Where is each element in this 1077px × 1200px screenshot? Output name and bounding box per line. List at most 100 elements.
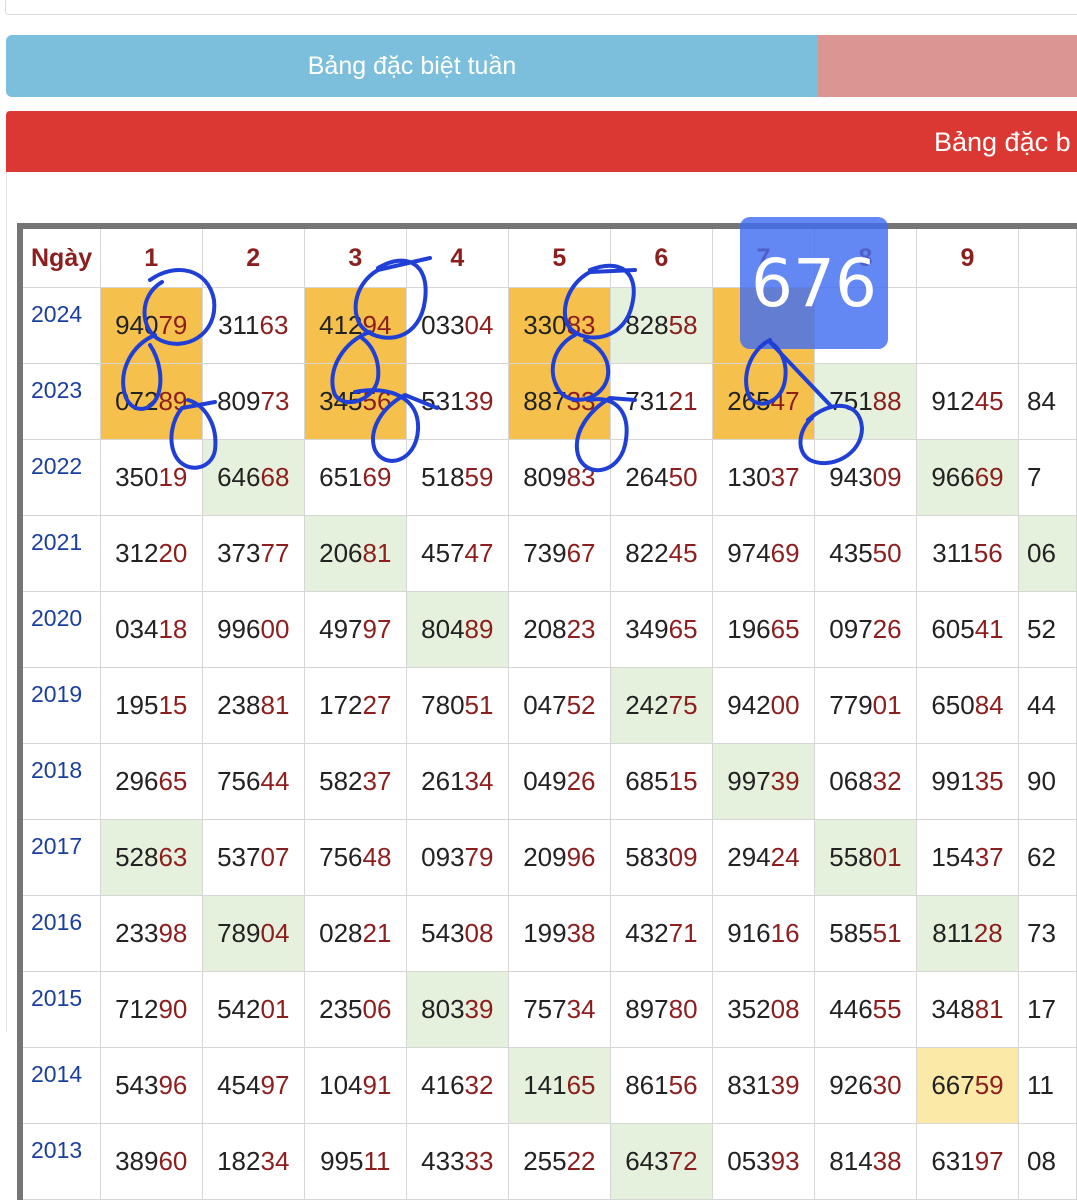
result-tail-digits: 88 [872, 386, 902, 416]
result-cell: 92630 [813, 1047, 917, 1124]
header-col-6: 6 [609, 225, 713, 288]
result-cell: 34965 [609, 591, 713, 668]
table-row: 2014 54396 45497 10491 41632 14165 86156 83139 9… [19, 1047, 1077, 1124]
result-cell: 53707 [201, 819, 305, 896]
header-day: Ngày [19, 225, 101, 288]
result-head-digits: 235 [319, 994, 363, 1024]
result-cell: 23506 [303, 971, 407, 1048]
result-cell: 97469 [711, 515, 815, 592]
result-tail-digits: 71 [668, 918, 698, 948]
tab-weekly-special[interactable]: Bảng đặc biệt tuần [6, 35, 818, 97]
result-partial-digits: 84 [1026, 386, 1056, 416]
result-cell: 62 [1017, 819, 1077, 896]
result-tail-digits: 79 [158, 310, 188, 340]
result-head-digits: 255 [523, 1146, 567, 1176]
result-cell: 41632 [405, 1047, 509, 1124]
result-tail-digits: 04 [464, 310, 494, 340]
row-year[interactable]: 2016 [19, 895, 101, 972]
result-head-digits: 028 [319, 918, 363, 948]
result-cell: 26547 [711, 363, 815, 440]
result-cell: 14165 [507, 1047, 611, 1124]
result-cell: 90 [1017, 743, 1077, 820]
result-tail-digits: 65 [668, 614, 698, 644]
result-head-digits: 887 [523, 386, 567, 416]
row-year[interactable]: 2022 [19, 439, 101, 516]
result-cell: 64372 [609, 1123, 713, 1200]
result-cell: 25522 [507, 1123, 611, 1200]
result-head-digits: 104 [319, 1070, 363, 1100]
result-head-digits: 712 [115, 994, 159, 1024]
result-head-digits: 631 [931, 1146, 975, 1176]
result-tail-digits: 44 [260, 766, 290, 796]
row-year[interactable]: 2015 [19, 971, 101, 1048]
result-tail-digits: 33 [566, 386, 596, 416]
result-tail-digits: 09 [872, 462, 902, 492]
result-cell: 52 [1017, 591, 1077, 668]
result-cell: 7 [1017, 439, 1077, 516]
result-cell: 45747 [405, 515, 509, 592]
result-cell: 38960 [99, 1123, 203, 1200]
result-tail-digits: 19 [158, 462, 188, 492]
result-tail-digits: 69 [362, 462, 392, 492]
result-head-digits: 809 [523, 462, 567, 492]
tab-bar: Bảng đặc biệt tuần [6, 35, 1077, 97]
result-head-digits: 789 [217, 918, 261, 948]
result-cell: 75734 [507, 971, 611, 1048]
result-head-digits: 047 [523, 690, 567, 720]
result-cell: 82858 [609, 287, 713, 364]
result-head-digits: 667 [931, 1070, 975, 1100]
row-year[interactable]: 2017 [19, 819, 101, 896]
result-head-digits: 651 [319, 462, 363, 492]
result-tail-digits: 81 [362, 538, 392, 568]
result-head-digits: 942 [727, 690, 771, 720]
result-cell: 73 [1017, 895, 1077, 972]
result-cell: 53139 [405, 363, 509, 440]
result-cell: 03418 [99, 591, 203, 668]
row-year[interactable]: 2024 [19, 287, 101, 364]
row-year[interactable]: 2023 [19, 363, 101, 440]
result-head-digits: 264 [625, 462, 669, 492]
result-tail-digits: 59 [974, 1070, 1004, 1100]
result-cell: 80973 [201, 363, 305, 440]
row-year[interactable]: 2018 [19, 743, 101, 820]
result-tail-digits: 45 [668, 538, 698, 568]
result-head-digits: 294 [727, 842, 771, 872]
result-tail-digits: 37 [770, 462, 800, 492]
result-cell: 34556 [303, 363, 407, 440]
row-year[interactable]: 2019 [19, 667, 101, 744]
result-head-digits: 991 [931, 766, 975, 796]
result-cell: 81438 [813, 1123, 917, 1200]
result-head-digits: 966 [931, 462, 975, 492]
result-head-digits: 454 [217, 1070, 261, 1100]
result-tail-digits: 73 [260, 386, 290, 416]
result-cell: 34881 [915, 971, 1019, 1048]
row-year[interactable]: 2014 [19, 1047, 101, 1124]
result-cell: 17 [1017, 971, 1077, 1048]
row-year[interactable]: 2020 [19, 591, 101, 668]
result-tail-digits: 97 [260, 1070, 290, 1100]
result-cell: 58237 [303, 743, 407, 820]
result-head-digits: 330 [523, 310, 567, 340]
result-head-digits: 739 [523, 538, 567, 568]
tab-other[interactable] [818, 35, 1077, 97]
result-tail-digits: 81 [974, 994, 1004, 1024]
row-year[interactable]: 2013 [19, 1123, 101, 1200]
result-head-digits: 345 [319, 386, 363, 416]
result-head-digits: 779 [829, 690, 873, 720]
result-tail-digits: 21 [668, 386, 698, 416]
result-head-digits: 897 [625, 994, 669, 1024]
result-tail-digits: 34 [566, 994, 596, 1024]
result-head-digits: 182 [217, 1146, 261, 1176]
row-year[interactable]: 2021 [19, 515, 101, 592]
result-head-digits: 685 [625, 766, 669, 796]
result-tail-digits: 18 [158, 614, 188, 644]
result-tail-digits: 93 [770, 1146, 800, 1176]
result-tail-digits: 67 [566, 538, 596, 568]
result-tail-digits: 75 [668, 690, 698, 720]
result-cell: 81128 [915, 895, 1019, 972]
result-head-digits: 997 [727, 766, 771, 796]
result-cell: 43271 [609, 895, 713, 972]
result-cell: 17227 [303, 667, 407, 744]
result-head-digits: 072 [115, 386, 159, 416]
result-cell: 68515 [609, 743, 713, 820]
